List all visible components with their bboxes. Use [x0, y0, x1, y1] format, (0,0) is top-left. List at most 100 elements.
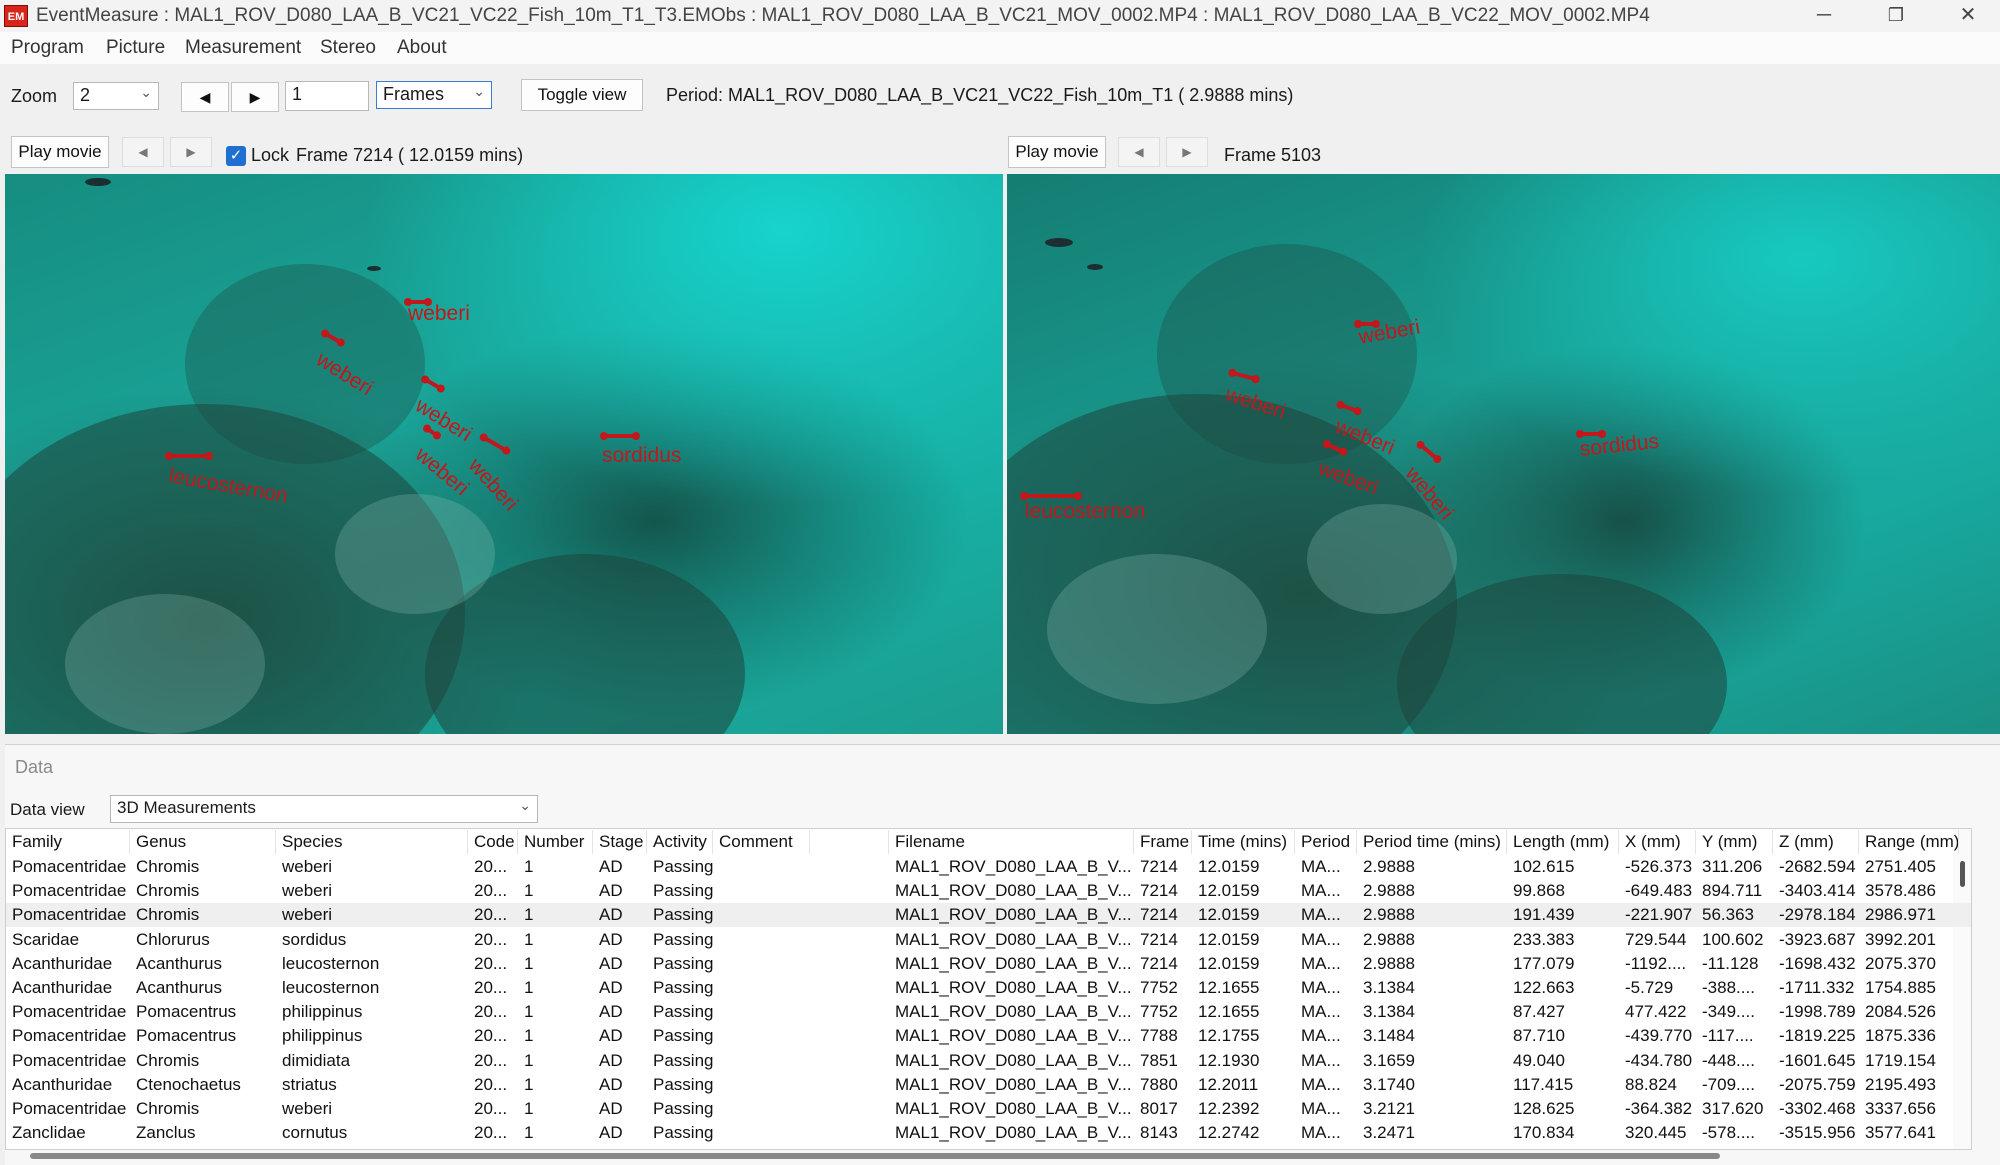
measurement-marker — [600, 432, 640, 440]
right-next-button[interactable]: ▶ — [1166, 137, 1208, 167]
table-cell: 7214 — [1140, 857, 1178, 876]
table-row[interactable]: Pomacentridae Pomacentrus philippinus 20...… — [6, 1024, 1971, 1048]
table-cell: -1711.332 — [1779, 978, 1855, 997]
table-cell: 7214 — [1140, 905, 1178, 925]
menu-measurement[interactable]: Measurement — [185, 37, 301, 59]
table-row[interactable]: Pomacentridae Pomacentrus philippinus 20...… — [6, 1000, 1971, 1024]
table-cell: AD — [599, 905, 623, 925]
table-cell: 1719.154 — [1865, 1050, 1936, 1070]
right-play-movie-button[interactable]: Play movie — [1008, 136, 1106, 168]
table-cell: Passing — [653, 1002, 713, 1022]
column-header[interactable]: Species — [276, 830, 468, 854]
table-row[interactable]: Pomacentridae Chromis weberi 20... 1 AD Passin… — [6, 879, 1971, 903]
column-header[interactable]: Filename — [889, 830, 1134, 854]
table-cell: MA... — [1301, 857, 1341, 876]
data-view-select[interactable]: 3D Measurements ⌄ — [110, 795, 538, 823]
column-header[interactable]: Time (mins) — [1192, 830, 1295, 854]
table-cell: MA... — [1301, 1074, 1341, 1094]
left-next-button[interactable]: ▶ — [170, 137, 212, 167]
left-play-movie-button[interactable]: Play movie — [11, 136, 109, 168]
right-prev-button[interactable]: ◀ — [1118, 137, 1160, 167]
column-header[interactable]: Code — [468, 830, 518, 854]
right-video-view[interactable]: weberi weberi weberi weberi weberi sordi… — [1007, 174, 2000, 734]
table-cell: 3.2471 — [1363, 1123, 1415, 1143]
table-row[interactable]: Pomacentridae Chromis weberi 20... 1 AD Passin… — [6, 1097, 1971, 1121]
units-value: Frames — [383, 84, 445, 104]
zoom-select[interactable]: 2 ⌄ — [73, 82, 159, 110]
close-button[interactable]: ✕ — [1936, 0, 2000, 32]
right-arrow-icon: ▶ — [249, 89, 261, 105]
table-cell: AD — [599, 1002, 623, 1022]
table-cell: 3.1484 — [1363, 1026, 1415, 1046]
table-row[interactable]: Pomacentridae Chromis dimidiata 20... 1 AD Pas… — [6, 1049, 1971, 1073]
menu-about[interactable]: About — [397, 37, 447, 59]
table-cell — [713, 976, 810, 1000]
table-cell: AD — [599, 1123, 623, 1143]
next-frame-button[interactable]: ▶ — [231, 82, 279, 112]
table-cell: weberi — [282, 905, 333, 925]
table-cell: -526.373 — [1625, 857, 1693, 876]
menu-picture[interactable]: Picture — [106, 37, 165, 59]
table-cell: MAL1_ROV_D080_LAA_B_V... — [895, 929, 1132, 949]
units-select[interactable]: Frames ⌄ — [376, 81, 492, 109]
column-header[interactable]: Period time (mins) — [1357, 830, 1507, 854]
column-header[interactable]: Range (mm) — [1859, 830, 1959, 854]
left-video-view[interactable]: weberi weberi weberi weberi weberi sordi… — [5, 174, 1003, 734]
minimize-button[interactable]: ─ — [1792, 0, 1856, 32]
table-cell: Passing — [653, 1074, 713, 1094]
column-header[interactable]: Frame — [1134, 830, 1192, 854]
table-cell: 20... — [474, 929, 508, 949]
frame-input[interactable]: 1 — [285, 81, 369, 111]
table-cell: Acanthuridae — [12, 1074, 113, 1094]
table-cell — [810, 879, 889, 903]
column-header[interactable]: Family — [6, 830, 130, 854]
column-header[interactable]: Y (mm) — [1696, 830, 1773, 854]
column-header[interactable]: Length (mm) — [1507, 830, 1619, 854]
table-cell — [810, 903, 889, 927]
table-cell: 12.2742 — [1198, 1123, 1260, 1143]
table-cell: 1 — [524, 953, 534, 973]
measurements-table[interactable]: Family Genus Species Code Number Stage Activit… — [5, 828, 1972, 1150]
table-cell: 1 — [524, 1074, 534, 1094]
column-header[interactable]: Activity — [647, 830, 713, 854]
table-cell: Pomacentrus — [136, 1026, 237, 1046]
column-header[interactable]: Stage — [593, 830, 647, 854]
restore-button[interactable]: ❐ — [1864, 0, 1928, 32]
column-header[interactable]: Number — [518, 830, 593, 854]
table-cell: 729.544 — [1625, 929, 1687, 949]
menu-stereo[interactable]: Stereo — [320, 37, 376, 59]
table-row[interactable]: Scaridae Chlorurus sordidus 20... 1 AD Passing… — [6, 928, 1971, 952]
table-cell: 102.615 — [1513, 857, 1575, 876]
table-cell: Ctenochaetus — [136, 1074, 241, 1094]
window-title: EventMeasure : MAL1_ROV_D080_LAA_B_VC21_… — [36, 5, 1650, 26]
table-cell — [713, 1000, 810, 1024]
table-row[interactable]: Acanthuridae Acanthurus leucosternon 20... 1… — [6, 952, 1971, 976]
table-cell: Pomacentridae — [12, 1002, 127, 1022]
table-cell: 1875.336 — [1865, 1026, 1936, 1046]
table-cell: Passing — [653, 857, 713, 876]
horizontal-scrollbar[interactable] — [30, 1153, 1720, 1159]
table-row[interactable]: Zanclidae Zanclus cornutus 20... 1 AD Passing M… — [6, 1121, 1971, 1145]
toggle-view-button[interactable]: Toggle view — [521, 79, 643, 111]
column-header[interactable]: Z (mm) — [1773, 830, 1859, 854]
right-frame-text: Frame 5103 — [1224, 145, 1322, 165]
fish-label-weberi: weberi — [410, 442, 474, 501]
lock-checkbox[interactable]: ✓ — [226, 146, 246, 166]
left-arrow-icon: ◀ — [199, 89, 211, 105]
table-row[interactable]: Pomacentridae Chromis weberi 20... 1 AD Passin… — [6, 903, 1971, 928]
table-row[interactable]: Acanthuridae Ctenochaetus striatus 20... 1 AD… — [6, 1073, 1971, 1097]
column-header[interactable]: Genus — [130, 830, 276, 854]
menu-program[interactable]: Program — [11, 37, 84, 59]
column-header[interactable]: Comment — [713, 830, 810, 854]
column-header[interactable]: X (mm) — [1619, 830, 1696, 854]
table-cell: AD — [599, 1050, 623, 1070]
column-header[interactable]: Period — [1295, 830, 1357, 854]
table-cell: 1 — [524, 1050, 534, 1070]
table-cell: 2986.971 — [1865, 905, 1936, 925]
table-row[interactable]: Pomacentridae Chromis weberi 20... 1 AD Passin… — [6, 855, 1971, 879]
table-row[interactable]: Acanthuridae Acanthurus leucosternon 20... 1… — [6, 976, 1971, 1000]
left-prev-button[interactable]: ◀ — [122, 137, 164, 167]
table-cell: MA... — [1301, 905, 1341, 925]
prev-frame-button[interactable]: ◀ — [181, 82, 229, 112]
column-header[interactable] — [810, 830, 889, 854]
